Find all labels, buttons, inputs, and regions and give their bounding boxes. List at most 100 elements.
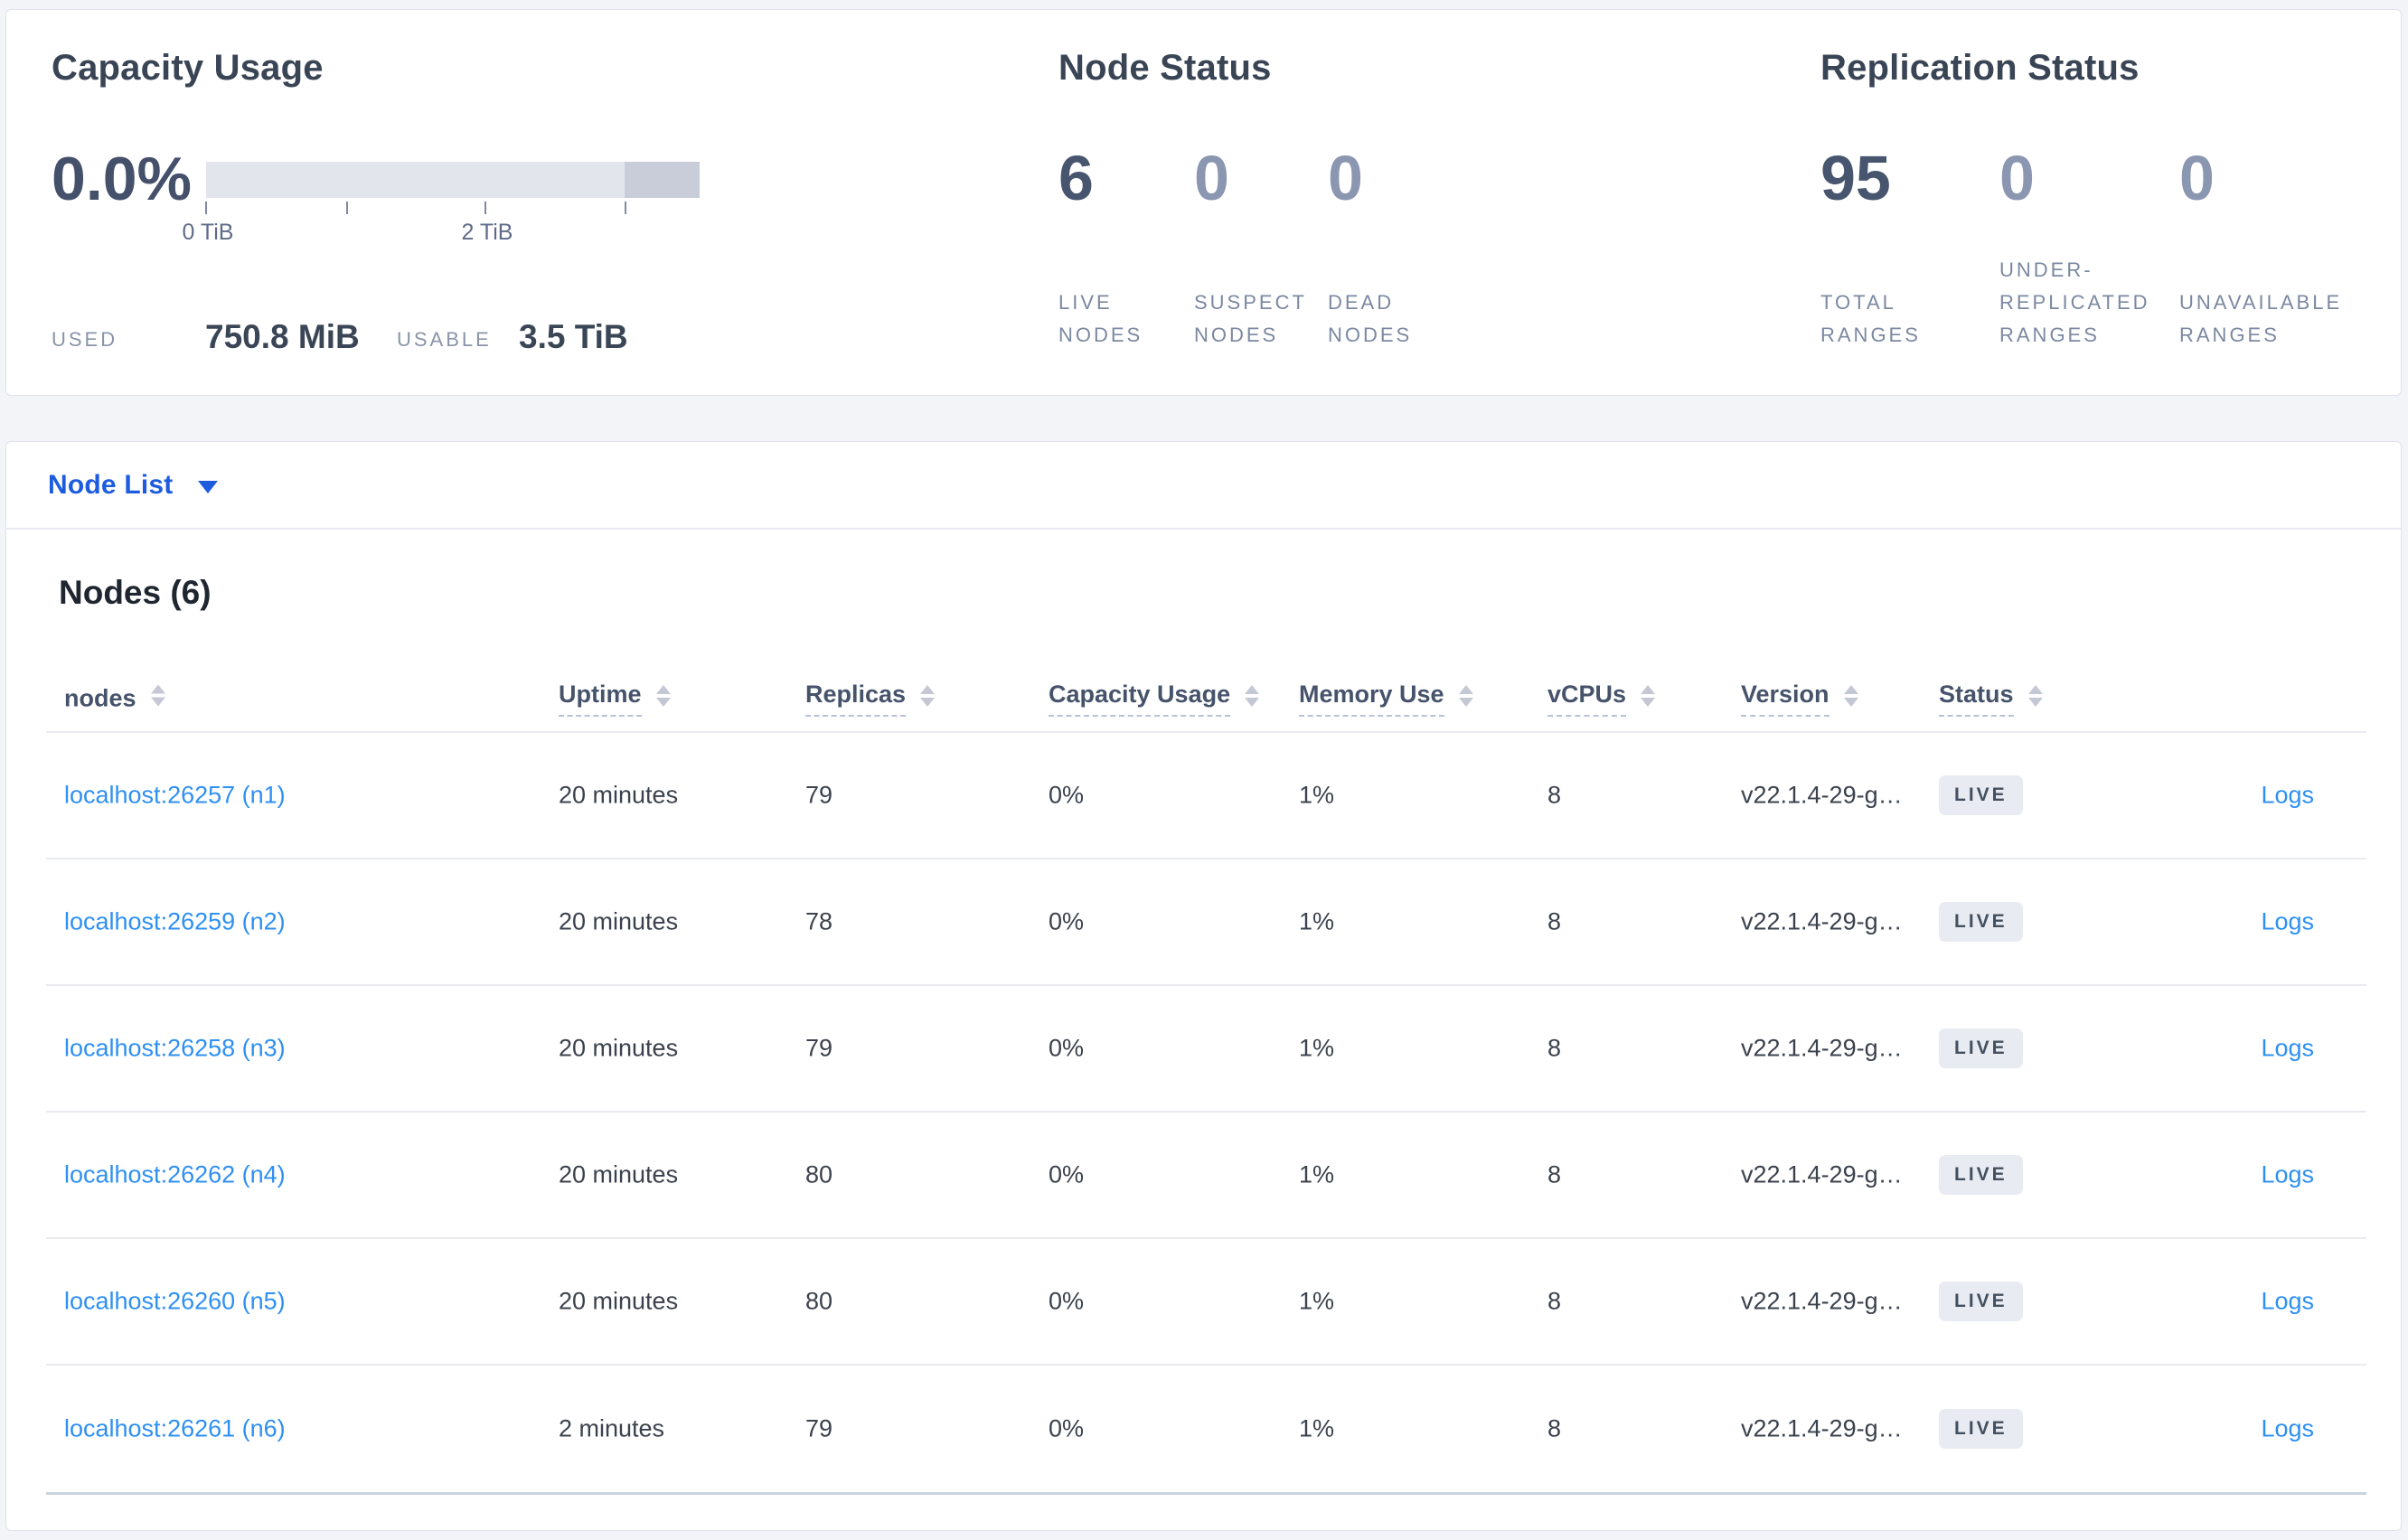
node-link[interactable]: localhost:26262 (n4)	[64, 1161, 286, 1189]
uptime-cell: 20 minutes	[559, 907, 679, 935]
node-list-dropdown[interactable]: Node List	[6, 442, 2401, 530]
version-cell: v22.1.4-29-g…	[1741, 1160, 1903, 1188]
column-header-nodes[interactable]: nodes	[64, 684, 165, 712]
replicas-cell: 80	[805, 1287, 833, 1315]
column-header-replicas[interactable]: Replicas	[805, 681, 936, 717]
table-header-row: nodes Uptime Replicas Capacity Usage Mem…	[46, 665, 2366, 733]
capacity-cell: 0%	[1049, 1034, 1085, 1062]
node-list-card: Node List Nodes (6) nodes Uptime Replica…	[5, 441, 2402, 1531]
cluster-summary-card: Capacity Usage 0.0% 0 TiB 2 TiB USED 750…	[5, 9, 2402, 396]
replicas-cell: 80	[805, 1160, 833, 1188]
axis-tick-label: 0 TiB	[182, 220, 234, 245]
table-row: localhost:26257 (n1) 20 minutes 79 0% 1%…	[46, 733, 2366, 859]
capacity-percent: 0.0%	[52, 145, 192, 213]
node-link[interactable]: localhost:26261 (n6)	[64, 1415, 286, 1443]
column-header-uptime[interactable]: Uptime	[559, 681, 671, 717]
total-ranges-count: 95	[1820, 143, 1891, 213]
axis-tick	[205, 202, 207, 214]
vcpus-cell: 8	[1547, 1414, 1562, 1442]
node-link[interactable]: localhost:26258 (n3)	[64, 1035, 286, 1063]
axis-tick	[484, 202, 486, 214]
suspect-nodes-label: SUSPECT NODES	[1194, 291, 1307, 346]
column-header-capacity-usage[interactable]: Capacity Usage	[1049, 681, 1260, 717]
uptime-cell: 20 minutes	[559, 1287, 679, 1315]
status-badge: LIVE	[1939, 1155, 2023, 1195]
sort-icon	[1245, 684, 1260, 707]
capacity-cell: 0%	[1049, 781, 1085, 809]
vcpus-cell: 8	[1547, 907, 1562, 935]
sort-icon	[2027, 684, 2043, 707]
unavailable-ranges-count: 0	[2179, 143, 2215, 213]
under-replicated-ranges-count: 0	[1999, 143, 2035, 213]
axis-tick-label: 2 TiB	[461, 220, 513, 245]
dead-nodes-count: 0	[1328, 143, 1363, 213]
capacity-bar-reserved-segment	[625, 162, 700, 198]
memory-cell: 1%	[1299, 907, 1335, 935]
nodes-heading: Nodes (6)	[59, 574, 212, 611]
logs-link[interactable]: Logs	[2261, 1288, 2314, 1316]
version-cell: v22.1.4-29-g…	[1741, 781, 1903, 809]
memory-cell: 1%	[1299, 1287, 1335, 1315]
replication-status-section: Replication Status 95 TOTAL RANGES 0 UND…	[1820, 10, 2399, 395]
logs-link[interactable]: Logs	[2261, 1161, 2314, 1189]
memory-cell: 1%	[1299, 1160, 1335, 1188]
axis-tick	[346, 202, 348, 214]
sort-icon	[920, 684, 936, 707]
logs-link[interactable]: Logs	[2261, 908, 2314, 936]
capacity-usage-section: Capacity Usage 0.0% 0 TiB 2 TiB USED 750…	[52, 10, 757, 395]
vcpus-cell: 8	[1547, 1034, 1562, 1062]
uptime-cell: 20 minutes	[559, 1034, 679, 1062]
node-link[interactable]: localhost:26257 (n1)	[64, 782, 286, 810]
capacity-cell: 0%	[1049, 1414, 1085, 1442]
node-status-section: Node Status 6 LIVE NODES 0 SUSPECT NODES…	[1058, 10, 1565, 395]
version-cell: v22.1.4-29-g…	[1741, 907, 1903, 935]
usable-value: 3.5 TiB	[519, 318, 628, 355]
column-header-memory-use[interactable]: Memory Use	[1299, 681, 1473, 717]
suspect-nodes-count: 0	[1194, 143, 1229, 213]
sort-icon	[1843, 684, 1858, 707]
table-row: localhost:26258 (n3) 20 minutes 79 0% 1%…	[46, 986, 2366, 1113]
vcpus-cell: 8	[1547, 781, 1562, 809]
total-ranges-label: TOTAL RANGES	[1820, 291, 1921, 346]
usable-label: USABLE	[397, 328, 492, 351]
column-header-version[interactable]: Version	[1741, 681, 1858, 717]
capacity-cell: 0%	[1049, 1287, 1085, 1315]
memory-cell: 1%	[1299, 1034, 1335, 1062]
memory-cell: 1%	[1299, 1414, 1335, 1442]
status-badge: LIVE	[1939, 775, 2023, 815]
uptime-cell: 20 minutes	[559, 1160, 679, 1188]
vcpus-cell: 8	[1547, 1287, 1562, 1315]
table-row: localhost:26259 (n2) 20 minutes 78 0% 1%…	[46, 859, 2366, 986]
node-link[interactable]: localhost:26260 (n5)	[64, 1288, 286, 1316]
logs-link[interactable]: Logs	[2261, 1415, 2314, 1443]
uptime-cell: 20 minutes	[559, 781, 679, 809]
logs-link[interactable]: Logs	[2261, 1035, 2314, 1063]
version-cell: v22.1.4-29-g…	[1741, 1034, 1903, 1062]
column-header-vcpus[interactable]: vCPUs	[1547, 681, 1656, 717]
status-badge: LIVE	[1939, 902, 2023, 942]
replicas-cell: 79	[805, 1414, 833, 1442]
sort-icon	[655, 684, 671, 707]
live-nodes-label: LIVE NODES	[1058, 291, 1143, 346]
version-cell: v22.1.4-29-g…	[1741, 1414, 1903, 1442]
status-badge: LIVE	[1939, 1028, 2023, 1068]
capacity-bar	[206, 162, 700, 198]
nodes-table: nodes Uptime Replicas Capacity Usage Mem…	[46, 665, 2366, 1495]
capacity-usage-title: Capacity Usage	[52, 48, 324, 88]
live-nodes-count: 6	[1058, 143, 1094, 213]
column-header-status[interactable]: Status	[1939, 681, 2043, 717]
replicas-cell: 79	[805, 781, 833, 809]
unavailable-ranges-label: UNAVAILABLE RANGES	[2179, 291, 2343, 346]
node-link[interactable]: localhost:26259 (n2)	[64, 908, 286, 936]
sort-icon	[1641, 684, 1656, 707]
used-value: 750.8 MiB	[205, 318, 360, 355]
logs-link[interactable]: Logs	[2261, 782, 2314, 810]
capacity-cell: 0%	[1049, 1160, 1085, 1188]
sort-icon	[150, 684, 165, 707]
dead-nodes-label: DEAD NODES	[1328, 291, 1413, 346]
status-badge: LIVE	[1939, 1409, 2023, 1449]
table-row: localhost:26262 (n4) 20 minutes 80 0% 1%…	[46, 1113, 2366, 1239]
sort-icon	[1458, 684, 1473, 707]
node-list-dropdown-label: Node List	[48, 469, 174, 500]
table-row: localhost:26261 (n6) 2 minutes 79 0% 1% …	[46, 1366, 2366, 1492]
